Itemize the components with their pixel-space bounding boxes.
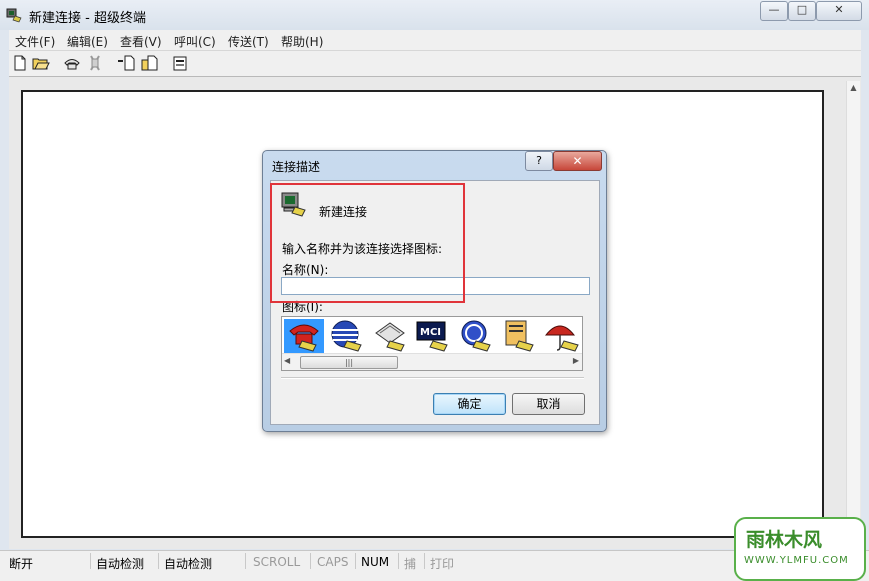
menu-file[interactable]: 文件(F): [15, 33, 55, 50]
hyperterminal-window: 新建连接 - 超级终端 — □ ✕ 文件(F) 编辑(E) 查看(V) 呼叫(C…: [0, 0, 869, 581]
icon-option[interactable]: [456, 319, 496, 353]
dialog-close-button[interactable]: ✕: [553, 151, 602, 171]
dialog-title: 连接描述: [272, 160, 321, 174]
icon-option[interactable]: [542, 319, 582, 353]
globe-telephone-icon: [331, 320, 362, 352]
umbrella-telephone-icon: [544, 325, 579, 352]
icon-option[interactable]: [284, 319, 324, 353]
menu-edit[interactable]: 编辑(E): [67, 33, 108, 50]
open-folder-icon[interactable]: [32, 54, 50, 72]
status-separator: [355, 553, 356, 569]
status-connection: 断开: [9, 557, 34, 571]
mci-telephone-icon: MCI: [416, 321, 448, 352]
svg-text:MCI: MCI: [420, 327, 441, 338]
status-separator: [310, 553, 311, 569]
status-separator: [398, 553, 399, 569]
icon-option[interactable]: [370, 319, 410, 353]
red-highlight-box: [270, 183, 465, 303]
status-detect-1: 自动检测: [96, 557, 145, 571]
menu-bar: 文件(F) 编辑(E) 查看(V) 呼叫(C) 传送(T) 帮助(H): [9, 30, 861, 51]
menu-view[interactable]: 查看(V): [120, 33, 162, 50]
minimize-button[interactable]: —: [760, 1, 788, 21]
minimize-icon: —: [768, 3, 780, 16]
watermark-logo: 雨林木风 WWW.YLMFU.COM: [734, 517, 866, 581]
new-file-icon[interactable]: [11, 54, 29, 72]
send-file-icon[interactable]: [117, 54, 135, 72]
status-print: 打印: [430, 557, 455, 571]
watermark-url: WWW.YLMFU.COM: [744, 555, 849, 566]
status-separator: [424, 553, 425, 569]
menu-call[interactable]: 呼叫(C): [174, 33, 216, 50]
scroll-up-icon[interactable]: ▲: [849, 83, 858, 93]
ok-button[interactable]: 确定: [433, 393, 506, 415]
maximize-button[interactable]: □: [788, 1, 816, 21]
icon-list[interactable]: MCI ◀ ||| ▶: [281, 316, 583, 371]
toolbar: [9, 51, 861, 77]
close-button[interactable]: ✕: [816, 1, 862, 21]
scroll-right-icon[interactable]: ▶: [573, 356, 579, 365]
menu-help[interactable]: 帮助(H): [281, 33, 323, 50]
scroll-thumb[interactable]: |||: [300, 356, 398, 369]
properties-icon[interactable]: [171, 54, 189, 72]
dialog-help-button[interactable]: ?: [525, 151, 553, 171]
status-scroll: SCROLL: [253, 555, 301, 569]
menu-transfer[interactable]: 传送(T): [228, 33, 269, 50]
document-telephone-icon: [505, 320, 534, 352]
status-separator: [245, 553, 246, 569]
status-separator: [90, 553, 91, 569]
watermark-brand: 雨林木风: [746, 529, 823, 551]
hyperterminal-app-icon: [6, 8, 22, 23]
icon-option[interactable]: [327, 319, 367, 353]
scroll-left-icon[interactable]: ◀: [284, 356, 290, 365]
icon-option[interactable]: [499, 319, 539, 353]
dialog-separator: [281, 377, 584, 379]
status-detect-2: 自动检测: [164, 557, 213, 571]
maximize-icon: □: [796, 3, 808, 16]
fax-telephone-icon: [375, 322, 405, 352]
window-title: 新建连接 - 超级终端: [29, 11, 146, 26]
status-capture: 捕: [404, 557, 417, 571]
disconnect-icon[interactable]: [86, 54, 104, 72]
help-icon: ?: [536, 154, 542, 167]
icon-option[interactable]: MCI: [413, 319, 453, 353]
icon-list-scrollbar[interactable]: ◀ ||| ▶: [282, 353, 582, 370]
phone-call-icon[interactable]: [63, 54, 81, 72]
close-icon: ✕: [834, 3, 844, 16]
title-bar[interactable]: 新建连接 - 超级终端 — □ ✕: [0, 0, 869, 30]
close-icon: ✕: [572, 154, 583, 168]
status-num: NUM: [361, 555, 390, 569]
receive-file-icon[interactable]: [140, 54, 158, 72]
vertical-scrollbar[interactable]: ▲ ▼: [846, 81, 860, 547]
status-caps: CAPS: [317, 555, 349, 569]
red-telephone-icon: [289, 324, 319, 352]
ge-telephone-icon: [461, 320, 491, 352]
cancel-button[interactable]: 取消: [512, 393, 585, 415]
status-separator: [158, 553, 159, 569]
